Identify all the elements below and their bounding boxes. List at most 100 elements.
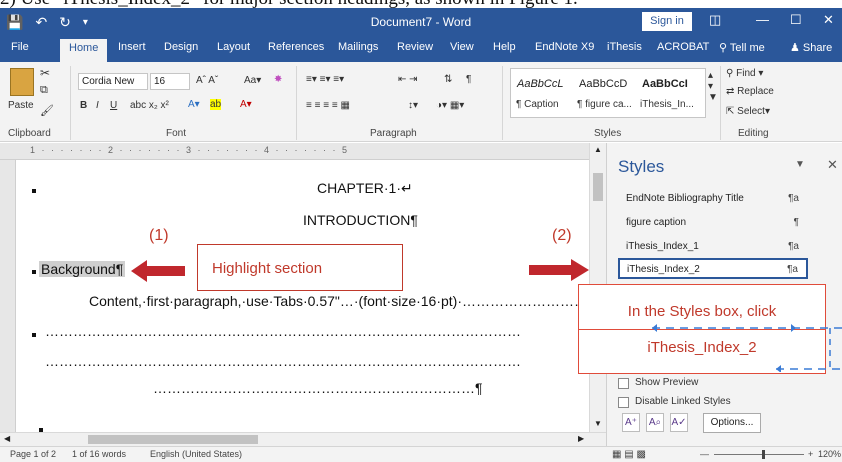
style-item-ithesis-index-1[interactable]: iThesis_Index_1 ¶a: [619, 237, 807, 258]
ribbon-home: Paste ✂ ⧉ 🖌 Clipboard Cordia New 16 Aˆ A…: [0, 62, 842, 142]
status-language[interactable]: English (United States): [150, 449, 242, 459]
tab-review[interactable]: Review: [397, 41, 433, 53]
underline-icon[interactable]: U: [110, 100, 117, 111]
title-bar: 💾 ↶ ↻ ▾ Document7 - Word Sign in ◫ — ☐ ✕: [0, 8, 842, 36]
zoom-level[interactable]: 120%: [818, 449, 841, 459]
styles-gallery[interactable]: AaBbCcL ¶ Caption AaBbCcD ¶ figure ca...…: [510, 68, 706, 118]
style-name-ithesis[interactable]: iThesis_In...: [640, 99, 694, 110]
style-item-endnote[interactable]: EndNote Bibliography Title ¶a: [619, 189, 807, 210]
bold-icon[interactable]: B: [80, 100, 87, 111]
paste-label[interactable]: Paste: [8, 100, 34, 111]
replace-button[interactable]: ⇄ Replace: [726, 86, 774, 97]
status-words[interactable]: 1 of 16 words: [72, 449, 126, 459]
introduction-heading[interactable]: INTRODUCTION¶: [303, 212, 418, 228]
content-paragraph[interactable]: Content,·first·paragraph,·use·Tabs·0.57"…: [89, 293, 588, 309]
highlight-callout: Highlight section: [197, 244, 403, 291]
format-painter-icon[interactable]: 🖌: [40, 104, 54, 117]
clear-formatting-icon[interactable]: ✸: [274, 74, 282, 85]
sign-in-button[interactable]: Sign in: [642, 12, 692, 31]
scroll-right-icon[interactable]: ▶: [578, 434, 584, 443]
tab-ithesis[interactable]: iThesis: [607, 41, 642, 53]
style-item-figure-caption[interactable]: figure caption ¶: [619, 213, 807, 234]
vertical-ruler[interactable]: [0, 160, 16, 432]
tab-home[interactable]: Home: [60, 39, 108, 62]
chapter-title[interactable]: CHAPTER·1·↵: [317, 180, 413, 197]
tab-help[interactable]: Help: [493, 41, 516, 53]
tab-insert[interactable]: Insert: [118, 41, 146, 53]
highlight-icon[interactable]: ab: [210, 99, 222, 110]
vertical-scroll-thumb[interactable]: [593, 173, 603, 201]
font-size-dropdown[interactable]: 16: [150, 73, 190, 90]
copy-icon[interactable]: ⧉: [40, 84, 48, 97]
dotted-line-2[interactable]: …………………………………………………………………………………………: [45, 353, 521, 369]
italic-icon[interactable]: I: [96, 100, 99, 111]
scroll-down-icon[interactable]: ▼: [594, 419, 602, 428]
tab-file[interactable]: File: [11, 41, 29, 53]
style-sample-ithesis: AaBbCcI: [642, 78, 688, 90]
group-label-clipboard: Clipboard: [8, 128, 51, 139]
zoom-slider-thumb[interactable]: [762, 450, 765, 459]
tab-mailings[interactable]: Mailings: [338, 41, 378, 53]
zoom-out-icon[interactable]: —: [700, 449, 709, 459]
style-name-caption[interactable]: ¶ Caption: [516, 99, 559, 110]
zoom-slider[interactable]: [714, 454, 804, 455]
scroll-left-icon[interactable]: ◀: [4, 434, 10, 443]
tab-view[interactable]: View: [450, 41, 474, 53]
horizontal-ruler[interactable]: 1 · · · · · · · 2 · · · · · · · 3 · · · …: [0, 143, 606, 160]
status-page[interactable]: Page 1 of 2: [10, 449, 56, 459]
document-canvas[interactable]: CHAPTER·1·↵ INTRODUCTION¶ (1) Background…: [17, 160, 589, 432]
options-button[interactable]: Options...: [703, 413, 761, 433]
style-name-figure[interactable]: ¶ figure ca...: [577, 99, 632, 110]
style-item-ithesis-index-2[interactable]: iThesis_Index_2 ¶a: [618, 258, 808, 279]
paste-icon[interactable]: [10, 68, 34, 96]
style-inspector-icon[interactable]: A⌕: [646, 413, 664, 432]
strikethrough-icon[interactable]: abc x₂ x²: [130, 100, 169, 111]
dotted-line-3[interactable]: ……………………………………………………………¶: [153, 380, 483, 396]
gallery-scroll-icon[interactable]: ▴ ▾ ▼: [708, 70, 718, 103]
disable-linked-checkbox[interactable]: [618, 397, 629, 408]
dotted-line-1[interactable]: …………………………………………………………………………………………: [45, 323, 521, 339]
tab-design[interactable]: Design: [164, 41, 198, 53]
shading-icon[interactable]: ◑▾ ▦▾: [436, 100, 464, 111]
line-spacing-icon[interactable]: ↕▾: [408, 100, 418, 111]
sort-icon[interactable]: ⇅: [444, 74, 452, 85]
minimize-icon[interactable]: —: [756, 12, 769, 27]
horizontal-scrollbar[interactable]: ◀ ▶: [0, 432, 606, 446]
cut-icon[interactable]: ✂: [40, 66, 50, 80]
select-button[interactable]: ⇱ Select▾: [726, 106, 770, 117]
show-preview-checkbox[interactable]: [618, 378, 629, 389]
show-preview-label: Show Preview: [635, 377, 699, 388]
scroll-up-icon[interactable]: ▲: [594, 145, 602, 154]
text-effects-icon[interactable]: A▾: [188, 99, 200, 110]
group-label-editing: Editing: [738, 128, 769, 139]
tab-endnote[interactable]: EndNote X9: [535, 41, 594, 53]
maximize-icon[interactable]: ☐: [790, 12, 802, 28]
font-color-icon[interactable]: A▾: [240, 99, 252, 110]
tab-references[interactable]: References: [268, 41, 324, 53]
show-marks-icon[interactable]: ¶: [466, 74, 471, 85]
styles-callout-line-1: In the Styles box, click: [627, 303, 777, 320]
instruction-text-cutoff: 2) Use “iThesis_Index_2” for major secti…: [0, 0, 842, 8]
align-icons[interactable]: ≡ ≡ ≡ ≡ ▦: [306, 100, 350, 111]
tab-acrobat[interactable]: ACROBAT: [657, 41, 709, 53]
find-button[interactable]: ⚲ Find ▾: [726, 68, 763, 79]
tab-layout[interactable]: Layout: [217, 41, 250, 53]
close-icon[interactable]: ✕: [823, 12, 834, 28]
change-case-icon[interactable]: Aa▾: [244, 75, 261, 86]
background-heading-selected[interactable]: Background¶: [39, 261, 126, 277]
manage-styles-icon[interactable]: A✓: [670, 413, 688, 432]
ribbon-separator: [720, 66, 721, 140]
view-mode-icons[interactable]: ▦ ▤ ▩: [612, 449, 646, 460]
indent-icon[interactable]: ⇤ ⇥: [398, 74, 418, 85]
pane-options-icon[interactable]: ▼: [795, 159, 805, 170]
tab-share[interactable]: ♟ Share: [790, 41, 832, 54]
pane-close-icon[interactable]: ✕: [827, 157, 838, 173]
new-style-icon[interactable]: A⁺: [622, 413, 640, 432]
ribbon-display-icon[interactable]: ◫: [709, 12, 721, 28]
horizontal-scroll-thumb[interactable]: [88, 435, 258, 444]
zoom-in-icon[interactable]: +: [808, 449, 813, 459]
font-name-dropdown[interactable]: Cordia New: [78, 73, 148, 90]
grow-font-icon[interactable]: Aˆ Aˇ: [196, 75, 218, 86]
tab-tell-me[interactable]: ⚲ Tell me: [719, 41, 765, 54]
bullets-icon[interactable]: ≡▾ ≡▾ ≡▾: [306, 74, 344, 85]
